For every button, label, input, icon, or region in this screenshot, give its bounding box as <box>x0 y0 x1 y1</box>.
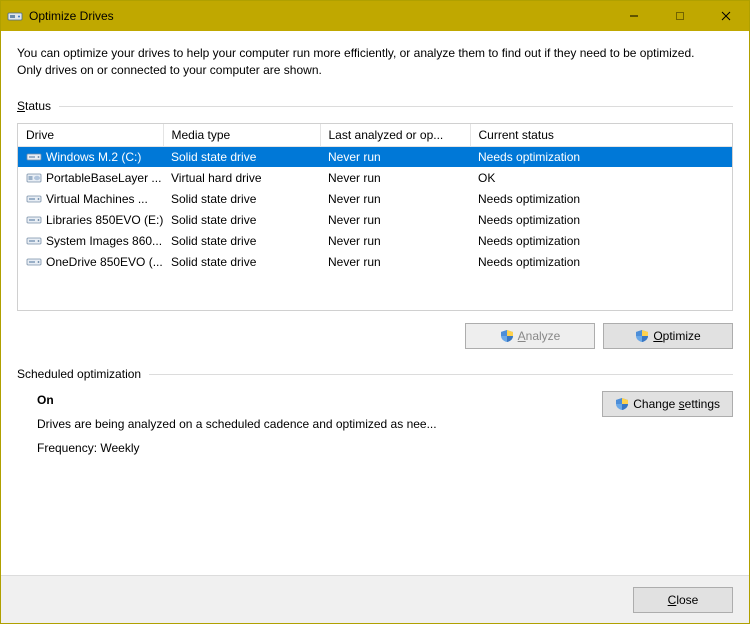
last-analyzed: Never run <box>320 188 470 209</box>
window-title: Optimize Drives <box>29 9 114 23</box>
media-type: Solid state drive <box>163 188 320 209</box>
drive-name: Libraries 850EVO (E:) <box>46 213 163 227</box>
analyze-button[interactable]: Analyze <box>465 323 595 349</box>
shield-icon <box>615 397 629 411</box>
last-analyzed: Never run <box>320 230 470 251</box>
analyze-label-rest: nalyze <box>526 329 561 343</box>
close-button[interactable]: Close <box>633 587 733 613</box>
scheduled-desc: Drives are being analyzed on a scheduled… <box>37 417 582 431</box>
last-analyzed: Never run <box>320 146 470 167</box>
table-header-row[interactable]: Drive Media type Last analyzed or op... … <box>18 124 732 147</box>
scheduled-block: On Drives are being analyzed on a schedu… <box>17 391 733 465</box>
current-status: Needs optimization <box>470 188 732 209</box>
current-status: OK <box>470 167 732 188</box>
media-type: Virtual hard drive <box>163 167 320 188</box>
bottom-bar: Close <box>1 575 749 623</box>
table-row[interactable]: PortableBaseLayer ...Virtual hard driveN… <box>18 167 732 188</box>
scheduled-on: On <box>37 393 582 407</box>
close-label-rest: lose <box>676 593 698 607</box>
drive-icon <box>26 256 42 268</box>
optimize-label-rest: ptimize <box>663 329 701 343</box>
status-section-label: Status <box>17 99 733 113</box>
header-last[interactable]: Last analyzed or op... <box>320 124 470 147</box>
last-analyzed: Never run <box>320 167 470 188</box>
minimize-button[interactable] <box>611 1 657 31</box>
title-bar: Optimize Drives <box>1 1 749 31</box>
app-icon <box>7 8 23 24</box>
status-label-rest: tatus <box>25 99 51 113</box>
header-media[interactable]: Media type <box>163 124 320 147</box>
current-status: Needs optimization <box>470 209 732 230</box>
drive-icon <box>26 235 42 247</box>
last-analyzed: Never run <box>320 251 470 272</box>
drive-name: System Images 860... <box>46 234 162 248</box>
last-analyzed: Never run <box>320 209 470 230</box>
drive-name: OneDrive 850EVO (... <box>46 255 163 269</box>
table-row[interactable]: Windows M.2 (C:) Solid state driveNever r… <box>18 146 732 167</box>
table-row[interactable]: Libraries 850EVO (E:)Solid state driveNe… <box>18 209 732 230</box>
table-row[interactable]: Virtual Machines ... Solid state driveNev… <box>18 188 732 209</box>
drive-table[interactable]: Drive Media type Last analyzed or op... … <box>18 124 732 273</box>
drive-name: Virtual Machines ... <box>46 192 148 206</box>
scheduled-frequency: Frequency: Weekly <box>37 441 582 455</box>
shield-icon <box>635 329 649 343</box>
header-status[interactable]: Current status <box>470 124 732 147</box>
change-settings-button[interactable]: Change settings <box>602 391 733 417</box>
media-type: Solid state drive <box>163 209 320 230</box>
current-status: Needs optimization <box>470 251 732 272</box>
optimize-button[interactable]: Optimize <box>603 323 733 349</box>
current-status: Needs optimization <box>470 230 732 251</box>
header-drive[interactable]: Drive <box>18 124 163 147</box>
drive-icon <box>26 193 42 205</box>
description-text: You can optimize your drives to help you… <box>17 45 717 79</box>
close-window-button[interactable] <box>703 1 749 31</box>
scheduled-section-label: Scheduled optimization <box>17 367 733 381</box>
table-row[interactable]: System Images 860...Solid state driveNev… <box>18 230 732 251</box>
drive-name: PortableBaseLayer ... <box>46 171 161 185</box>
shield-icon <box>500 329 514 343</box>
drive-icon <box>26 214 42 226</box>
media-type: Solid state drive <box>163 251 320 272</box>
table-row[interactable]: OneDrive 850EVO (...Solid state driveNev… <box>18 251 732 272</box>
current-status: Needs optimization <box>470 146 732 167</box>
maximize-button[interactable] <box>657 1 703 31</box>
drive-table-container: Drive Media type Last analyzed or op... … <box>17 123 733 311</box>
media-type: Solid state drive <box>163 146 320 167</box>
analyze-optimize-row: Analyze Optimize <box>17 311 733 367</box>
drive-icon <box>26 151 42 163</box>
content-area: You can optimize your drives to help you… <box>1 31 749 465</box>
media-type: Solid state drive <box>163 230 320 251</box>
drive-icon <box>26 172 42 184</box>
drive-name: Windows M.2 (C:) <box>46 150 141 164</box>
scheduled-label: Scheduled optimization <box>17 367 141 381</box>
